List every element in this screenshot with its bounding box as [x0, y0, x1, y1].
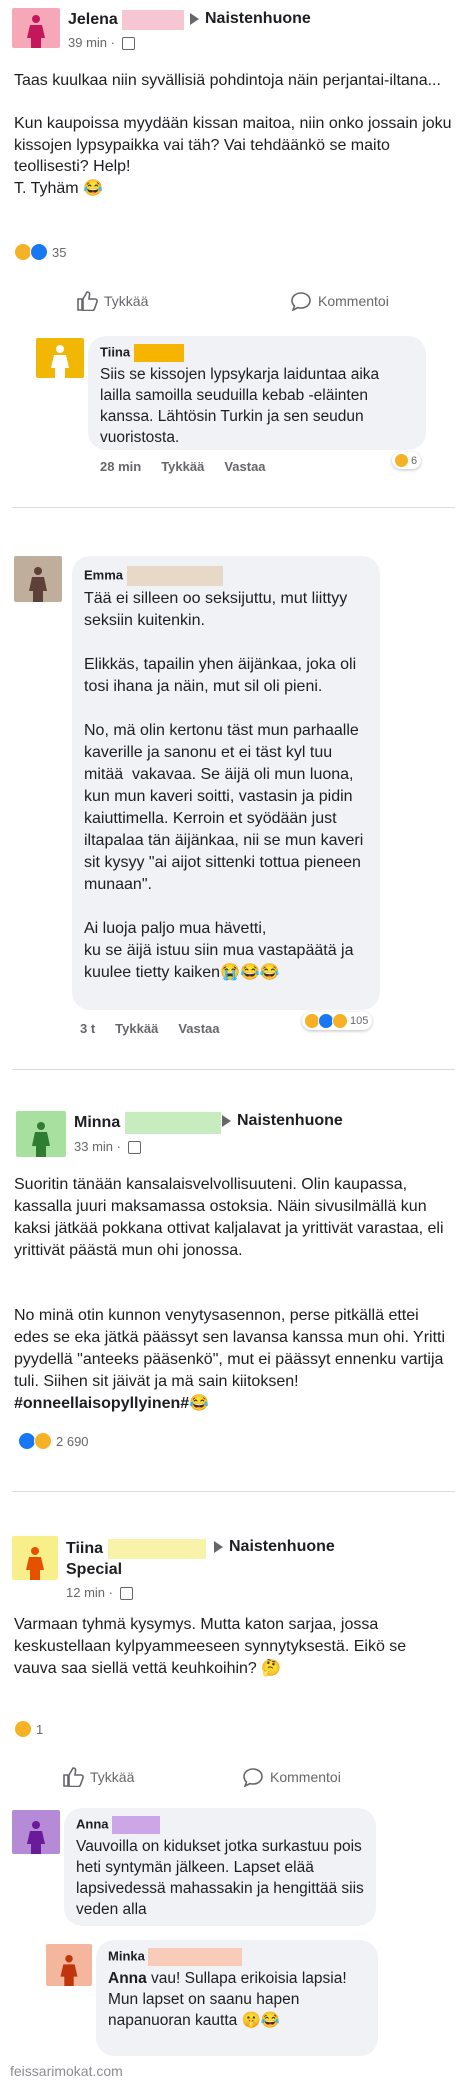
group-icon [127, 1141, 141, 1155]
comment-reactions[interactable]: 6 [392, 452, 422, 469]
reaction-summary[interactable]: 1 [14, 1720, 43, 1738]
avatar[interactable] [36, 338, 84, 378]
person-icon [26, 1547, 44, 1580]
mention[interactable]: Anna [108, 1970, 147, 1987]
comment-actions: 28 min Tykkää Vastaa [100, 459, 286, 474]
post-time[interactable]: 12 min · [66, 1585, 133, 1601]
comment-button[interactable]: Kommentoi [290, 291, 389, 311]
arrow-right-icon [190, 12, 199, 25]
group-icon [121, 37, 135, 51]
comment-author[interactable]: Anna [76, 1816, 364, 1834]
arrow-right-icon [214, 1540, 223, 1553]
reply-bubble[interactable]: Minka Anna vau! Sullapa erikoisia lapsia… [96, 1940, 378, 2056]
redaction [126, 566, 223, 586]
person-icon [60, 1954, 78, 1986]
comment-icon [291, 292, 311, 311]
comment-author[interactable]: Minka [108, 1948, 366, 1966]
avatar[interactable] [12, 8, 60, 48]
comment-time[interactable]: 28 min [100, 459, 141, 474]
redaction [107, 1538, 206, 1559]
hashtag[interactable]: #onneellaisopyllyinen# [14, 1395, 189, 1412]
comment-actions: 3 t Tykkää Vastaa [80, 1021, 240, 1036]
post-text: Varmaan tyhmä kysymys. Mutta katon sarja… [14, 1616, 411, 1677]
avatar[interactable] [14, 556, 62, 602]
person-icon [27, 1821, 45, 1854]
comment-bubble[interactable]: Anna Vauvoilla on kidukset jotka surkast… [64, 1808, 376, 1926]
redaction [124, 1112, 221, 1134]
group-link[interactable]: Naistenhuone [216, 1112, 343, 1130]
comment-text: Vauvoilla on kidukset jotka surkastuu po… [76, 1838, 369, 1918]
comment-text: Anna vau! Sullapa erikoisia lapsia! Mun … [108, 1970, 351, 2029]
comment-reply-button[interactable]: Vastaa [224, 459, 265, 474]
like-button[interactable]: Tykkää [62, 1767, 134, 1787]
comment-time[interactable]: 3 t [80, 1021, 95, 1036]
avatar[interactable] [12, 1536, 58, 1580]
comment-text: Tää ei silleen oo seksijuttu, mut liitty… [84, 590, 364, 981]
avatar[interactable] [12, 1810, 60, 1854]
comment-bubble[interactable]: Tiina Siis se kissojen lypsykarja laidun… [88, 336, 426, 450]
person-icon [27, 15, 45, 48]
divider [12, 1069, 455, 1070]
person-icon [51, 345, 69, 378]
comment-bubble[interactable]: Emma Tää ei silleen oo seksijuttu, mut l… [72, 556, 380, 1010]
post-text: Taas kuulkaa niin syvällisiä pohdintoja … [14, 72, 452, 197]
like-button[interactable]: Tykkää [76, 291, 148, 311]
arrow-right-icon [222, 1114, 231, 1127]
avatar[interactable] [16, 1111, 66, 1157]
comment-like-button[interactable]: Tykkää [161, 459, 204, 474]
post-time[interactable]: 33 min · [74, 1139, 141, 1155]
like-icon [30, 243, 48, 261]
redaction [148, 1948, 243, 1966]
redaction [122, 10, 185, 30]
reaction-summary[interactable]: 2 690 [18, 1432, 89, 1450]
comment-like-button[interactable]: Tykkää [115, 1021, 158, 1036]
wow-icon [332, 1013, 348, 1029]
group-icon [119, 1587, 133, 1601]
person-icon [32, 1122, 50, 1157]
post-text: Suoritin tänään kansalaisvelvollisuuteni… [14, 1176, 448, 1259]
comment-author[interactable]: Tiina [100, 344, 414, 362]
haha-icon [14, 1720, 32, 1738]
redaction [112, 1816, 161, 1834]
watermark: feissarimokat.com [10, 2063, 123, 2079]
comment-text: Siis se kissojen lypsykarja laiduntaa ai… [100, 366, 384, 446]
comment-reactions[interactable]: 105 [302, 1012, 373, 1030]
post-text: No minä otin kunnon venytysasennon, pers… [14, 1307, 450, 1412]
post-time[interactable]: 39 min · [68, 35, 135, 51]
person-icon [29, 567, 47, 602]
haha-icon [394, 453, 409, 468]
group-link[interactable]: Naistenhuone [184, 10, 311, 28]
thumbs-up-icon [63, 1767, 84, 1787]
avatar[interactable] [46, 1944, 92, 1986]
reaction-summary[interactable]: 35 [14, 243, 66, 261]
thumbs-up-icon [77, 291, 98, 311]
divider [12, 1491, 455, 1492]
post-author[interactable]: Tiina Special [66, 1538, 206, 1580]
redaction [133, 344, 184, 362]
comment-reply-button[interactable]: Vastaa [178, 1021, 219, 1036]
haha-icon [34, 1432, 52, 1450]
post-author[interactable]: Minna [74, 1112, 221, 1134]
comment-author[interactable]: Emma [84, 566, 368, 586]
post-author[interactable]: Jelena [68, 10, 185, 30]
comment-icon [243, 1768, 263, 1787]
comment-button[interactable]: Kommentoi [242, 1767, 341, 1787]
divider [12, 507, 455, 508]
group-link[interactable]: Naistenhuone [208, 1538, 335, 1556]
